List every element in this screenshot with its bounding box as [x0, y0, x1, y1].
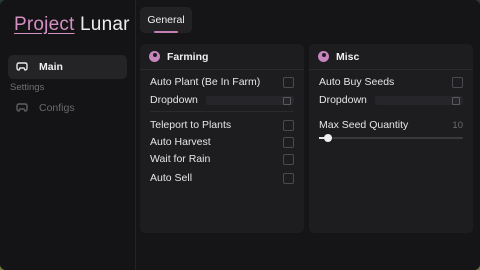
checkbox[interactable]	[283, 153, 294, 165]
open-dropdown-icon	[283, 96, 291, 105]
checkbox[interactable]	[283, 136, 294, 148]
panel-header: Farming	[140, 44, 304, 70]
row-label: Auto Harvest	[150, 136, 211, 148]
sidebar-item-configs[interactable]: Configs	[8, 96, 127, 120]
settings-section-label: Settings	[10, 82, 45, 93]
sidebar-item-main[interactable]: Main	[8, 55, 127, 79]
row-label: Auto Buy Seeds	[319, 76, 395, 88]
controller-icon	[16, 62, 28, 71]
max-seed-quantity-slider[interactable]	[319, 134, 463, 142]
slider-handle[interactable]	[323, 134, 332, 142]
main-content: General Farming Auto Plant (Be In Farm) …	[136, 0, 480, 270]
auto-plant-toggle[interactable]: Auto Plant (Be In Farm)	[150, 75, 294, 89]
sidebar-item-label: Configs	[39, 102, 75, 114]
checkbox[interactable]	[452, 76, 463, 88]
app-logo: Project Lunar	[14, 14, 130, 36]
row-label: Auto Plant (Be In Farm)	[150, 76, 261, 88]
checkbox[interactable]	[283, 172, 294, 184]
logo-brand: Project	[14, 14, 75, 35]
user-icon	[318, 51, 329, 62]
auto-harvest-toggle[interactable]: Auto Harvest	[150, 135, 294, 149]
auto-sell-toggle[interactable]: Auto Sell	[150, 171, 294, 185]
panel-header: Misc	[309, 44, 473, 70]
row-label: Teleport to Plants	[150, 119, 232, 131]
slider-value: 10	[452, 119, 463, 131]
tab-general[interactable]: General	[140, 7, 192, 33]
controller-icon	[16, 103, 28, 112]
wait-for-rain-toggle[interactable]: Wait for Rain	[150, 152, 294, 166]
ui-window: Project Lunar Main Settings Configs Gene…	[0, 0, 480, 270]
farming-dropdown-row: Dropdown	[150, 93, 294, 107]
sidebar: Project Lunar Main Settings Configs	[0, 0, 136, 270]
teleport-to-plants-toggle[interactable]: Teleport to Plants	[150, 118, 294, 132]
tab-label: General	[147, 14, 185, 26]
checkbox[interactable]	[283, 76, 294, 88]
tab-active-indicator	[154, 31, 178, 33]
panel-title: Misc	[336, 50, 360, 63]
checkbox[interactable]	[283, 119, 294, 131]
max-seed-quantity-row: Max Seed Quantity 10	[319, 118, 463, 132]
panel-title: Farming	[167, 50, 209, 63]
row-label: Wait for Rain	[150, 153, 211, 165]
misc-panel: Misc Auto Buy Seeds Dropdown Max Seed Qu…	[309, 44, 473, 233]
row-label: Dropdown	[150, 94, 198, 106]
open-dropdown-icon	[452, 96, 460, 105]
user-icon	[149, 51, 160, 62]
misc-dropdown-row: Dropdown	[319, 93, 463, 107]
row-label: Dropdown	[319, 94, 367, 106]
logo-name: Lunar	[80, 14, 130, 35]
sidebar-item-label: Main	[39, 61, 63, 73]
row-label: Auto Sell	[150, 172, 193, 184]
divider	[150, 111, 294, 112]
auto-buy-seeds-toggle[interactable]: Auto Buy Seeds	[319, 75, 463, 89]
slider-label: Max Seed Quantity	[319, 119, 409, 131]
farming-panel: Farming Auto Plant (Be In Farm) Dropdown…	[140, 44, 304, 233]
misc-dropdown[interactable]	[375, 95, 463, 105]
farming-dropdown[interactable]	[206, 95, 294, 105]
